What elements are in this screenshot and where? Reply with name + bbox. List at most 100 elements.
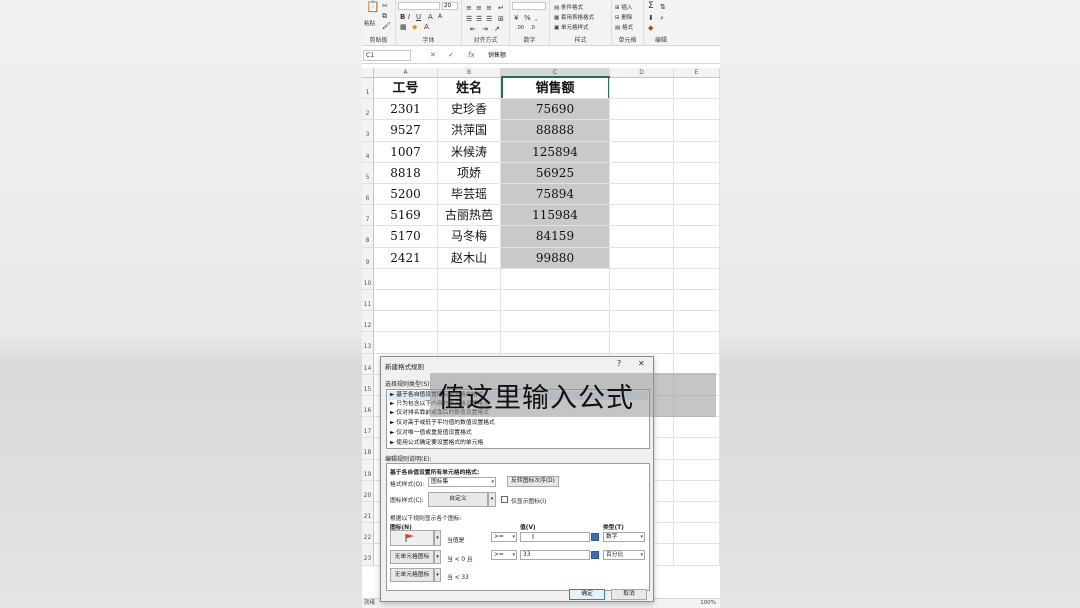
bold-icon[interactable]: B: [400, 13, 405, 21]
comma-icon[interactable]: ,: [535, 14, 537, 22]
cell[interactable]: 115984: [501, 205, 610, 227]
underline-icon[interactable]: U: [416, 13, 421, 21]
cell[interactable]: [438, 311, 501, 333]
italic-icon[interactable]: I: [408, 13, 410, 21]
row-header[interactable]: 14: [362, 353, 374, 375]
cell[interactable]: [674, 162, 720, 184]
copy-icon[interactable]: ⧉: [382, 12, 387, 20]
cell[interactable]: 75894: [501, 184, 610, 206]
increase-decimal-icon[interactable]: .00: [516, 24, 524, 32]
cell[interactable]: 75690: [501, 99, 610, 121]
cell[interactable]: [674, 523, 720, 545]
cell[interactable]: [674, 353, 720, 375]
operator-select-row-2[interactable]: >= ▾: [491, 550, 517, 560]
border-icon[interactable]: ▦: [400, 23, 407, 31]
decrease-decimal-icon[interactable]: .0: [530, 24, 535, 32]
font-size-select[interactable]: 20: [442, 2, 458, 10]
row-header[interactable]: 12: [362, 311, 374, 333]
find-icon[interactable]: ⌕: [660, 14, 664, 22]
select-all-corner[interactable]: [362, 68, 374, 78]
cell[interactable]: [374, 290, 438, 312]
icon-select-row-1[interactable]: [390, 530, 434, 546]
cell[interactable]: [610, 78, 674, 100]
cell[interactable]: 1007: [374, 141, 438, 163]
wrap-text-icon[interactable]: ↵: [498, 4, 504, 12]
header-cell[interactable]: 姓名: [438, 78, 501, 100]
icon-dropdown-icon[interactable]: ▾: [434, 550, 441, 564]
cell[interactable]: [674, 290, 720, 312]
column-header-c[interactable]: C: [501, 68, 610, 78]
cell[interactable]: 5170: [374, 226, 438, 248]
merge-center-icon[interactable]: ⊞: [498, 15, 504, 23]
clear-icon[interactable]: ◆: [648, 24, 653, 32]
row-header[interactable]: 20: [362, 480, 374, 502]
close-icon[interactable]: ✕: [638, 359, 645, 368]
cell[interactable]: [438, 332, 501, 354]
cell[interactable]: [674, 141, 720, 163]
cell[interactable]: 84159: [501, 226, 610, 248]
row-header[interactable]: 15: [362, 374, 374, 396]
cell[interactable]: [674, 78, 720, 100]
align-center-icon[interactable]: ☰: [476, 15, 482, 23]
cell[interactable]: [610, 162, 674, 184]
font-color-icon[interactable]: A: [424, 23, 429, 31]
row-header[interactable]: 19: [362, 459, 374, 481]
cell[interactable]: [674, 184, 720, 206]
range-picker-icon[interactable]: [591, 551, 599, 559]
cell[interactable]: [610, 141, 674, 163]
cell[interactable]: 米候涛: [438, 141, 501, 163]
cancel-icon[interactable]: ✕: [430, 50, 436, 61]
fill-color-icon[interactable]: ◆: [412, 23, 417, 31]
cell[interactable]: [610, 311, 674, 333]
row-header[interactable]: 9: [362, 247, 374, 269]
cell[interactable]: [610, 247, 674, 269]
header-cell[interactable]: 销售额: [501, 78, 610, 100]
cell[interactable]: [674, 480, 720, 502]
cell[interactable]: [610, 290, 674, 312]
cell[interactable]: [438, 290, 501, 312]
cell[interactable]: 2301: [374, 99, 438, 121]
operator-select-row-1[interactable]: >= ▾: [491, 532, 517, 542]
row-header[interactable]: 23: [362, 544, 374, 566]
cell[interactable]: [610, 268, 674, 290]
row-header[interactable]: 17: [362, 417, 374, 439]
cell-styles-button[interactable]: ▣ 单元格样式: [554, 23, 588, 31]
insert-function-icon[interactable]: fx: [468, 50, 475, 61]
cell[interactable]: [674, 268, 720, 290]
percent-icon[interactable]: %: [524, 14, 531, 22]
range-picker-icon[interactable]: [591, 533, 599, 541]
font-name-select[interactable]: [398, 2, 440, 10]
number-format-select[interactable]: [512, 2, 546, 10]
show-icon-only-checkbox[interactable]: [501, 496, 508, 503]
insert-button[interactable]: ⊞ 插入: [615, 3, 632, 11]
cell[interactable]: 项娇: [438, 162, 501, 184]
cell[interactable]: [610, 226, 674, 248]
align-left-icon[interactable]: ☰: [466, 15, 472, 23]
reverse-icon-order-button[interactable]: 反转图标次序(D): [507, 476, 559, 487]
align-top-icon[interactable]: ≡: [466, 4, 472, 12]
row-header[interactable]: 16: [362, 396, 374, 418]
icon-select-row-3[interactable]: 无单元格图标: [390, 568, 434, 582]
cell[interactable]: [501, 332, 610, 354]
cell[interactable]: [610, 205, 674, 227]
format-painter-icon[interactable]: 🖌: [382, 22, 391, 30]
row-header[interactable]: 4: [362, 141, 374, 163]
cell[interactable]: 8818: [374, 162, 438, 184]
row-header[interactable]: 21: [362, 502, 374, 524]
cell[interactable]: [674, 417, 720, 439]
cell[interactable]: 9527: [374, 120, 438, 142]
column-header-a[interactable]: A: [374, 68, 438, 78]
rule-type-item[interactable]: ► 仅对唯一值或重复值设置格式: [390, 429, 472, 438]
align-middle-icon[interactable]: ≡: [476, 4, 482, 12]
grow-font-icon[interactable]: A: [428, 13, 433, 21]
cell[interactable]: [501, 290, 610, 312]
cell[interactable]: [501, 311, 610, 333]
value-input-row-1[interactable]: I: [520, 532, 590, 542]
icon-style-dropdown-icon[interactable]: ▾: [488, 492, 496, 507]
cell[interactable]: [674, 120, 720, 142]
sort-filter-icon[interactable]: ⇅: [660, 3, 666, 11]
cell[interactable]: 125894: [501, 141, 610, 163]
column-header-e[interactable]: E: [674, 68, 720, 78]
enter-icon[interactable]: ✓: [448, 50, 454, 61]
shrink-font-icon[interactable]: A: [438, 13, 442, 21]
